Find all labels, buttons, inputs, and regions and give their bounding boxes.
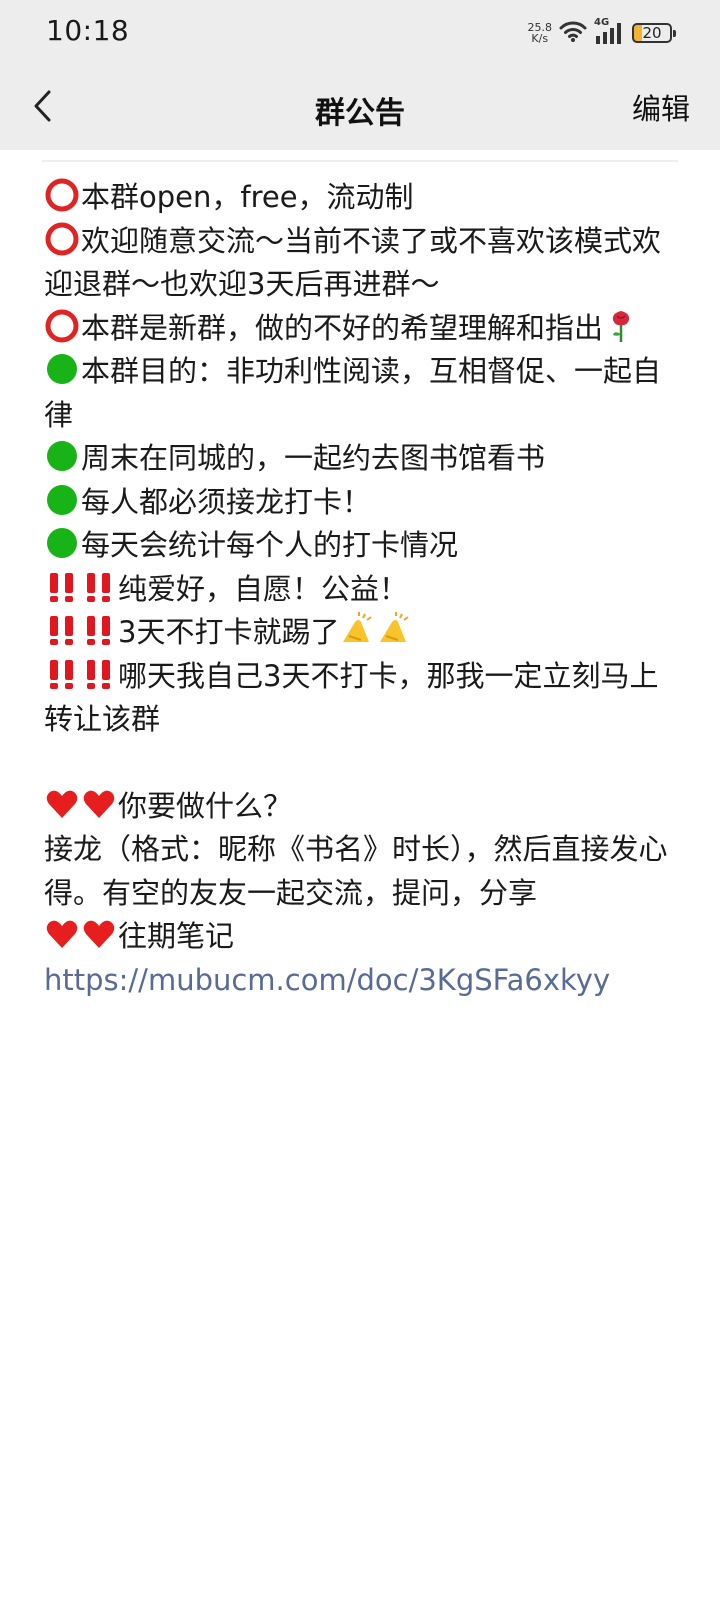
green-circle-icon xyxy=(47,441,77,471)
battery-icon: 20 xyxy=(632,23,676,43)
edit-button[interactable]: 编辑 xyxy=(632,86,690,128)
signal-icon: 4G xyxy=(594,17,626,45)
red-circle-icon xyxy=(45,222,79,255)
announcement-line: 周末在同城的，一起约去图书馆看书 xyxy=(44,437,674,481)
status-time: 10:18 xyxy=(46,14,130,47)
announcement-line: 本群目的：非功利性阅读，互相督促、一起自律 xyxy=(44,350,674,437)
raised-hands-icon xyxy=(380,612,410,642)
announcement-body: 本群open，free，流动制 欢迎随意交流～当前不读了或不喜欢该模式欢迎退群～… xyxy=(44,176,674,1002)
raised-hands-icon xyxy=(343,612,373,642)
red-circle-icon xyxy=(45,178,79,212)
network-type: 4G xyxy=(594,17,610,28)
double-exclamation-icon xyxy=(87,659,110,689)
status-bar: 10:18 25.8 K/s 4G 20 xyxy=(0,0,720,66)
divider xyxy=(42,160,678,162)
announcement-line: 往期笔记 xyxy=(44,915,674,959)
announcement-line: 纯爱好，自愿！公益！ xyxy=(44,568,674,612)
announcement-line: 每人都必须接龙打卡！ xyxy=(44,481,674,525)
battery-level: 20 xyxy=(642,24,662,42)
announcement-line: 每天会统计每个人的打卡情况 xyxy=(44,524,674,568)
announcement-line: 3天不打卡就踢了 xyxy=(44,611,674,655)
double-exclamation-icon xyxy=(87,572,110,602)
wifi-icon xyxy=(558,19,588,47)
announcement-line: 本群是新群，做的不好的希望理解和指出 xyxy=(44,307,674,351)
announcement-line: 你要做什么？ xyxy=(44,785,674,829)
notes-link[interactable]: https://mubucm.com/doc/3KgSFa6xkyy xyxy=(44,959,674,1003)
header: 群公告 编辑 xyxy=(0,66,720,150)
double-exclamation-icon xyxy=(50,572,73,602)
page-title: 群公告 xyxy=(315,96,405,131)
announcement-line: 接龙（格式：昵称《书名》时长），然后直接发心得。有空的友友一起交流，提问，分享 xyxy=(44,832,668,910)
announcement-line: 本群open，free，流动制 xyxy=(44,176,674,220)
double-exclamation-icon xyxy=(87,616,110,645)
double-exclamation-icon xyxy=(50,616,73,645)
announcement-line: 哪天我自己3天不打卡，那我一定立刻马上转让该群 xyxy=(44,655,674,742)
rose-icon xyxy=(612,310,630,342)
green-circle-icon xyxy=(47,354,77,384)
green-circle-icon xyxy=(47,528,77,558)
green-circle-icon xyxy=(47,484,77,515)
status-icons: 25.8 K/s 4G 20 xyxy=(528,17,676,48)
net-speed: 25.8 K/s xyxy=(528,22,553,44)
heart-icon xyxy=(83,790,115,818)
double-exclamation-icon xyxy=(50,659,73,689)
heart-icon xyxy=(46,790,78,818)
heart-icon xyxy=(46,920,78,948)
net-speed-unit: K/s xyxy=(531,32,549,45)
heart-icon xyxy=(83,920,115,948)
red-circle-icon xyxy=(45,309,79,342)
announcement-line: 欢迎随意交流～当前不读了或不喜欢该模式欢迎退群～也欢迎3天后再进群～ xyxy=(44,220,674,307)
